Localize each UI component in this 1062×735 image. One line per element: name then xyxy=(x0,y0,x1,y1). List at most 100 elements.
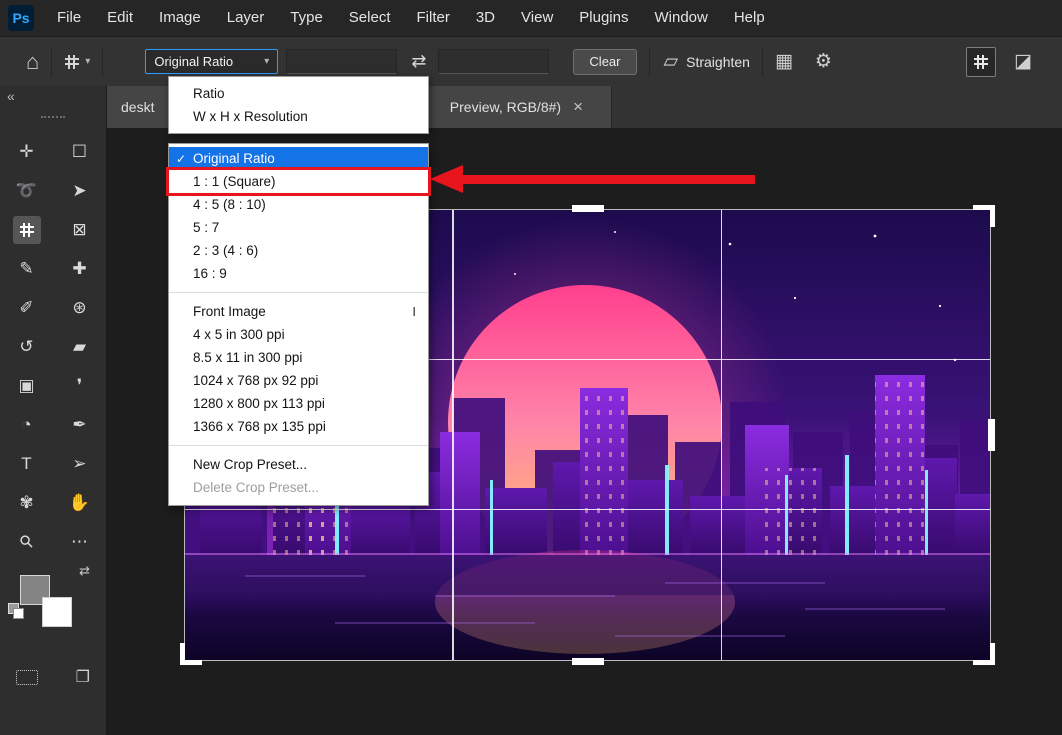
divider xyxy=(649,47,650,77)
gradient-tool[interactable]: ▣ xyxy=(0,366,53,405)
panel-extra-icons: ❐ xyxy=(0,667,106,687)
close-tab-icon[interactable]: × xyxy=(573,97,583,117)
crop-handle-bottom[interactable] xyxy=(572,658,604,665)
divider xyxy=(169,445,428,446)
menu-layer[interactable]: Layer xyxy=(214,0,278,36)
crop-tool[interactable] xyxy=(0,210,53,249)
brush-tool[interactable]: ✐ xyxy=(0,288,53,327)
tool-icon: ↺ xyxy=(13,333,41,361)
default-colors-icon[interactable] xyxy=(8,603,24,619)
menu-view[interactable]: View xyxy=(508,0,566,36)
crop-handle-top[interactable] xyxy=(572,205,604,212)
crop-grid-line xyxy=(452,210,454,660)
background-color-swatch[interactable] xyxy=(42,597,72,627)
dropdown-item-1280x800-113ppi[interactable]: ✓ 1280 x 800 px 113 ppi xyxy=(169,392,428,415)
quick-mask-icon[interactable] xyxy=(16,670,38,685)
crop-width-input[interactable] xyxy=(286,49,397,74)
dodge-tool[interactable]: ◔ xyxy=(0,405,53,444)
options-bar: ⌂ ▾ Original Ratio ▾ ⇄ Clear ▱ Straighte… xyxy=(0,36,1062,86)
menu-items: File Edit Image Layer Type Select Filter… xyxy=(44,0,778,36)
eyedropper-tool[interactable]: ✎ xyxy=(0,249,53,288)
divider xyxy=(762,47,763,77)
dropdown-item-original-ratio[interactable]: ✓ Original Ratio xyxy=(169,147,428,170)
aspect-ratio-select[interactable]: Original Ratio ▾ xyxy=(145,49,278,74)
straighten-control[interactable]: ▱ Straighten xyxy=(664,52,750,71)
content-aware-fill-icon[interactable]: ◪ xyxy=(1014,52,1032,71)
panel-grip[interactable] xyxy=(41,116,65,118)
crop-height-input[interactable] xyxy=(438,49,549,74)
tool-icon: ✚ xyxy=(66,255,94,283)
tool-icon: ✋ xyxy=(66,489,94,517)
menu-image[interactable]: Image xyxy=(146,0,214,36)
lasso-tool[interactable]: ➰ xyxy=(0,171,53,210)
custom-shape-tool[interactable]: ✾ xyxy=(0,483,53,522)
home-icon[interactable]: ⌂ xyxy=(26,51,39,73)
screen-mode-icon[interactable]: ❐ xyxy=(76,667,90,687)
tool-icon: ✾ xyxy=(13,489,41,517)
crop-handle-right[interactable] xyxy=(988,419,995,451)
menu-type[interactable]: Type xyxy=(277,0,336,36)
zoom-tool[interactable]: ⚲ xyxy=(0,522,53,561)
dropdown-item-4x5-300ppi[interactable]: ✓ 4 x 5 in 300 ppi xyxy=(169,323,428,346)
dropdown-item-5-7[interactable]: ✓ 5 : 7 xyxy=(169,216,428,239)
dropdown-item-85x11-300ppi[interactable]: ✓ 8.5 x 11 in 300 ppi xyxy=(169,346,428,369)
photoshop-window: Ps File Edit Image Layer Type Select Fil… xyxy=(0,0,1062,735)
dropdown-item-2-3-4-6[interactable]: ✓ 2 : 3 (4 : 6) xyxy=(169,239,428,262)
dropdown-item-delete-crop-preset[interactable]: ✓ Delete Crop Preset... xyxy=(169,476,428,499)
pen-tool[interactable]: ✒ xyxy=(53,405,106,444)
path-selection-tool[interactable]: ➢ xyxy=(53,444,106,483)
menu-edit[interactable]: Edit xyxy=(94,0,146,36)
crop-icon xyxy=(64,54,80,70)
more-tools[interactable]: ⋯ xyxy=(53,522,106,561)
switch-colors-icon[interactable]: ⇄ xyxy=(79,563,90,579)
crop-handle-bottom-left[interactable] xyxy=(180,643,202,665)
eraser-tool[interactable]: ▰ xyxy=(53,327,106,366)
dropdown-item-4-5-8-10[interactable]: ✓ 4 : 5 (8 : 10) xyxy=(169,193,428,216)
dropdown-item-1366x768-135ppi[interactable]: ✓ 1366 x 768 px 135 ppi xyxy=(169,415,428,438)
tool-icon: ✒ xyxy=(66,411,94,439)
crop-commit-group: ◪ xyxy=(966,47,1062,77)
healing-brush-tool[interactable]: ✚ xyxy=(53,249,106,288)
dropdown-item-1024x768-92ppi[interactable]: ✓ 1024 x 768 px 92 ppi xyxy=(169,369,428,392)
annotation-arrow-head xyxy=(430,165,463,193)
menu-file[interactable]: File xyxy=(44,0,94,36)
divider xyxy=(102,47,103,77)
tool-list: ✛ ☐ ➰ ➤ xyxy=(0,132,106,561)
collapse-panel-icon[interactable]: « xyxy=(7,88,15,104)
menu-window[interactable]: Window xyxy=(641,0,720,36)
blur-tool[interactable]: ❜ xyxy=(53,366,106,405)
divider xyxy=(51,47,52,77)
tool-icon: ▰ xyxy=(66,333,94,361)
history-brush-tool[interactable]: ↺ xyxy=(0,327,53,366)
clear-button[interactable]: Clear xyxy=(573,49,636,75)
crop-handle-bottom-right[interactable] xyxy=(973,643,995,665)
menu-help[interactable]: Help xyxy=(721,0,778,36)
object-selection-tool[interactable]: ➤ xyxy=(53,171,106,210)
divider xyxy=(169,292,428,293)
crop-settings-gear-icon[interactable]: ⚙ xyxy=(815,52,832,71)
rectangular-marquee-tool[interactable]: ☐ xyxy=(53,132,106,171)
crop-grid-line xyxy=(185,509,990,511)
delete-cropped-pixels-button[interactable] xyxy=(966,47,996,77)
crop-handle-top-right[interactable] xyxy=(973,205,995,227)
dropdown-item-1-1-square[interactable]: ✓ 1 : 1 (Square) xyxy=(169,170,428,193)
hand-tool[interactable]: ✋ xyxy=(53,483,106,522)
type-tool[interactable]: T xyxy=(0,444,53,483)
aspect-ratio-value: Original Ratio xyxy=(154,54,233,69)
menu-3d[interactable]: 3D xyxy=(463,0,508,36)
menu-filter[interactable]: Filter xyxy=(404,0,463,36)
move-tool[interactable]: ✛ xyxy=(0,132,53,171)
frame-tool[interactable]: ⊠ xyxy=(53,210,106,249)
overlay-grid-icon[interactable]: ▦ xyxy=(775,52,793,71)
dropdown-item-front-image[interactable]: ✓ Front Image I xyxy=(169,300,428,323)
dropdown-item-wxh-resolution[interactable]: ✓ W x H x Resolution xyxy=(169,105,428,128)
photoshop-logo[interactable]: Ps xyxy=(8,5,34,31)
crop-tool-preset-picker[interactable]: ▾ xyxy=(64,54,90,70)
dropdown-item-new-crop-preset[interactable]: ✓ New Crop Preset... xyxy=(169,453,428,476)
menu-select[interactable]: Select xyxy=(336,0,404,36)
dropdown-item-16-9[interactable]: ✓ 16 : 9 xyxy=(169,262,428,285)
swap-dimensions-icon[interactable]: ⇄ xyxy=(411,51,426,72)
menu-plugins[interactable]: Plugins xyxy=(566,0,641,36)
dropdown-item-ratio[interactable]: ✓ Ratio xyxy=(169,82,428,105)
clone-stamp-tool[interactable]: ⊛ xyxy=(53,288,106,327)
